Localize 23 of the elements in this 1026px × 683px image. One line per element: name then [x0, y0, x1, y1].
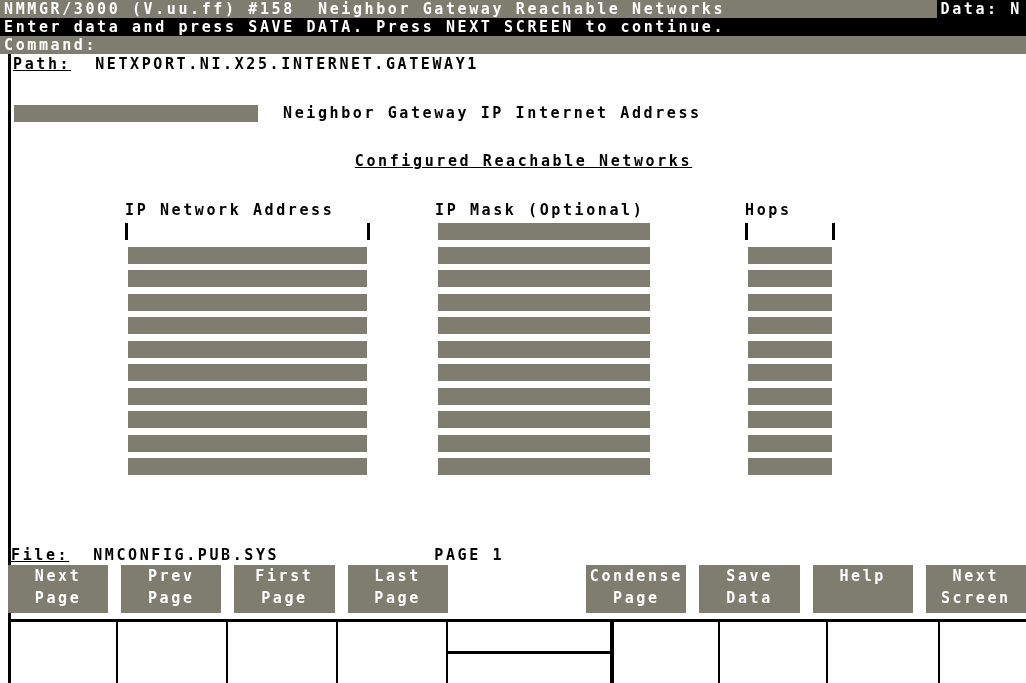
section-title: Configured Reachable Networks	[354, 152, 693, 170]
column-header: IP Network Address	[125, 200, 336, 220]
path-label: Path:	[13, 54, 72, 74]
instruction-message: Enter data and press SAVE DATA. Press NEXT SCREEN to continue.	[0, 18, 1026, 36]
path-value: NETXPORT.NI.X25.INTERNET.GATEWAY1	[95, 54, 479, 74]
file-value: NMCONFIG.PUB.SYS	[93, 545, 280, 565]
function-key[interactable]: Prev Page	[121, 565, 222, 613]
function-key[interactable]: Next Screen	[925, 565, 1026, 613]
function-key[interactable]: Next Page	[8, 565, 109, 613]
function-key[interactable]: Last Page	[347, 565, 448, 613]
function-key[interactable]: Save Data	[699, 565, 800, 613]
function-key[interactable]: Help	[812, 565, 913, 613]
window-title: NMMGR/3000 (V.uu.ff) #158 Neighbor Gateway Reachable Networks	[0, 0, 937, 18]
input-field[interactable]	[125, 223, 370, 241]
field-label: Neighbor Gateway IP Internet Address	[283, 104, 702, 122]
column-header: Hops	[745, 200, 793, 220]
data-indicator: Data: N	[936, 0, 1026, 18]
column-header: IP Mask (Optional)	[435, 200, 646, 220]
page-number: PAGE 1	[434, 545, 505, 565]
input-field[interactable]	[745, 223, 835, 241]
file-label: File:	[11, 545, 70, 565]
function-key[interactable]: Condense Page	[586, 565, 687, 613]
function-key[interactable]: First Page	[234, 565, 335, 613]
